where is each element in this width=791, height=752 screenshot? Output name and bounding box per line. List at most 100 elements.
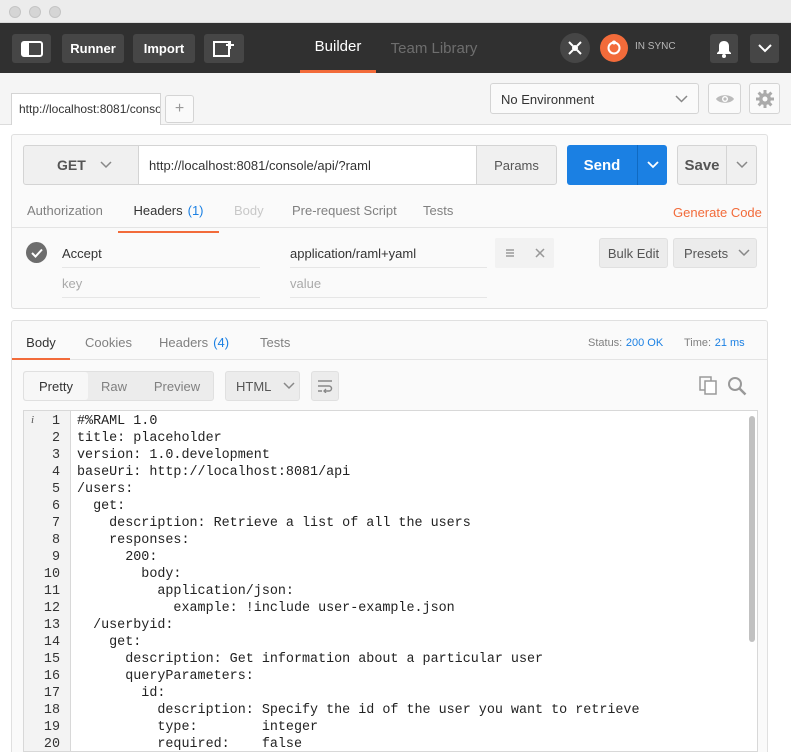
code-line: get: (77, 499, 126, 514)
params-button[interactable]: Params (476, 145, 557, 185)
interceptor-button[interactable] (560, 33, 590, 63)
response-tab-headers-label: Headers (159, 335, 209, 350)
new-header-key-field[interactable]: key (62, 268, 260, 298)
line-number: 14 (43, 635, 60, 650)
environment-select[interactable]: No Environment (490, 83, 699, 114)
bulk-edit-button[interactable]: Bulk Edit (599, 238, 668, 268)
line-number: 17 (43, 686, 60, 701)
request-tab[interactable]: http://localhost:8081/console (11, 93, 161, 125)
view-raw-button[interactable]: Raw (88, 372, 140, 400)
generate-code-link[interactable]: Generate Code (673, 205, 762, 235)
tab-headers[interactable]: Headers (1) (118, 203, 219, 233)
drag-handle-icon[interactable] (505, 248, 515, 258)
response-tab-headers[interactable]: Headers (4) (159, 335, 229, 365)
tab-tests[interactable]: Tests (423, 203, 453, 233)
url-input[interactable]: http://localhost:8081/console/api/?raml (138, 145, 477, 185)
tab-prerequest-script[interactable]: Pre-request Script (292, 203, 397, 233)
sync-button[interactable] (600, 34, 628, 62)
response-body-editor[interactable]: i 1 #%RAML 1.0 2 title: placeholder 3 version… (23, 410, 758, 752)
app-toolbar: Runner Import Builder Team Library IN SY… (0, 23, 791, 73)
minimize-window-button[interactable] (29, 6, 41, 18)
environment-quick-look-button[interactable] (708, 83, 741, 114)
chevron-down-icon (757, 44, 772, 53)
send-options-button[interactable] (637, 145, 667, 185)
new-header-value-field[interactable]: value (290, 268, 487, 298)
manage-environments-button[interactable] (749, 83, 780, 114)
notifications-button[interactable] (710, 34, 738, 63)
code-line: /userbyid: (77, 618, 174, 633)
code-line: get: (77, 635, 142, 650)
tab-builder[interactable]: Builder (300, 23, 376, 73)
chevron-down-icon (283, 382, 295, 390)
search-icon[interactable] (727, 376, 747, 396)
time-label: Time: (684, 337, 712, 349)
response-tab-body[interactable]: Body (12, 335, 70, 360)
chevron-down-icon (646, 161, 659, 169)
new-window-button[interactable] (204, 34, 244, 63)
close-window-button[interactable] (9, 6, 21, 18)
tab-team-library[interactable]: Team Library (386, 23, 482, 73)
sidebar-toggle-button[interactable] (12, 34, 51, 63)
line-number: 4 (51, 465, 60, 480)
settings-dropdown-button[interactable] (750, 34, 779, 63)
line-number: 6 (51, 499, 60, 514)
line-number: 11 (43, 584, 60, 599)
satellite-icon (568, 41, 582, 55)
window-titlebar (0, 0, 791, 23)
response-tab-cookies[interactable]: Cookies (85, 335, 132, 365)
new-window-icon (213, 40, 234, 57)
code-line: required: false (77, 737, 302, 752)
import-button[interactable]: Import (133, 34, 195, 63)
code-line: type: integer (77, 720, 319, 735)
save-options-button[interactable] (726, 145, 757, 185)
tab-body[interactable]: Body (234, 203, 264, 233)
line-number: 3 (51, 448, 60, 463)
runner-button[interactable]: Runner (62, 34, 124, 63)
line-number: 12 (43, 601, 60, 616)
code-line: responses: (77, 533, 190, 548)
chevron-down-icon (100, 161, 112, 169)
sidebar-icon (20, 40, 43, 57)
gear-icon (755, 89, 774, 108)
code-line: version: 1.0.development (77, 448, 270, 463)
response-status: Status: 200 OK (588, 334, 663, 349)
view-mode-group: Pretty Raw Preview (23, 371, 214, 401)
code-line: application/json: (77, 584, 294, 599)
code-line: title: placeholder (77, 431, 222, 446)
header-key-field[interactable]: Accept (62, 238, 260, 268)
header-enabled-checkbox[interactable] (26, 242, 47, 263)
copy-icon[interactable] (699, 376, 718, 396)
format-select[interactable]: HTML (225, 371, 300, 401)
line-number: 10 (43, 567, 60, 582)
response-tab-tests[interactable]: Tests (260, 335, 290, 365)
wrap-icon (318, 380, 333, 393)
sync-status-label: IN SYNC (635, 41, 676, 52)
wrap-lines-button[interactable] (311, 371, 339, 401)
tab-authorization[interactable]: Authorization (27, 203, 103, 233)
line-number: 15 (43, 652, 60, 667)
sync-icon (607, 40, 621, 55)
code-line: description: Get information about a par… (77, 652, 544, 667)
environment-select-value: No Environment (501, 92, 595, 107)
status-value: 200 OK (625, 337, 664, 349)
close-icon[interactable] (535, 248, 545, 258)
chevron-down-icon (735, 161, 748, 169)
chevron-down-icon (738, 249, 750, 257)
method-select[interactable]: GET (23, 145, 139, 185)
chevron-down-icon (675, 95, 688, 103)
presets-button[interactable]: Presets (673, 238, 757, 268)
save-button[interactable]: Save (677, 145, 727, 185)
line-number: 2 (51, 431, 60, 446)
view-preview-button[interactable]: Preview (140, 372, 214, 400)
line-number: 13 (43, 618, 60, 633)
maximize-window-button[interactable] (49, 6, 61, 18)
code-line: example: !include user-example.json (77, 601, 455, 616)
add-tab-button[interactable]: + (165, 95, 194, 123)
line-number: 5 (51, 482, 60, 497)
code-line: description: Retrieve a list of all the … (77, 516, 471, 531)
bell-icon (717, 40, 731, 58)
scrollbar-thumb[interactable] (749, 416, 755, 642)
view-pretty-button[interactable]: Pretty (24, 372, 88, 400)
header-value-field[interactable]: application/raml+yaml (290, 238, 487, 268)
send-button[interactable]: Send (567, 145, 637, 185)
